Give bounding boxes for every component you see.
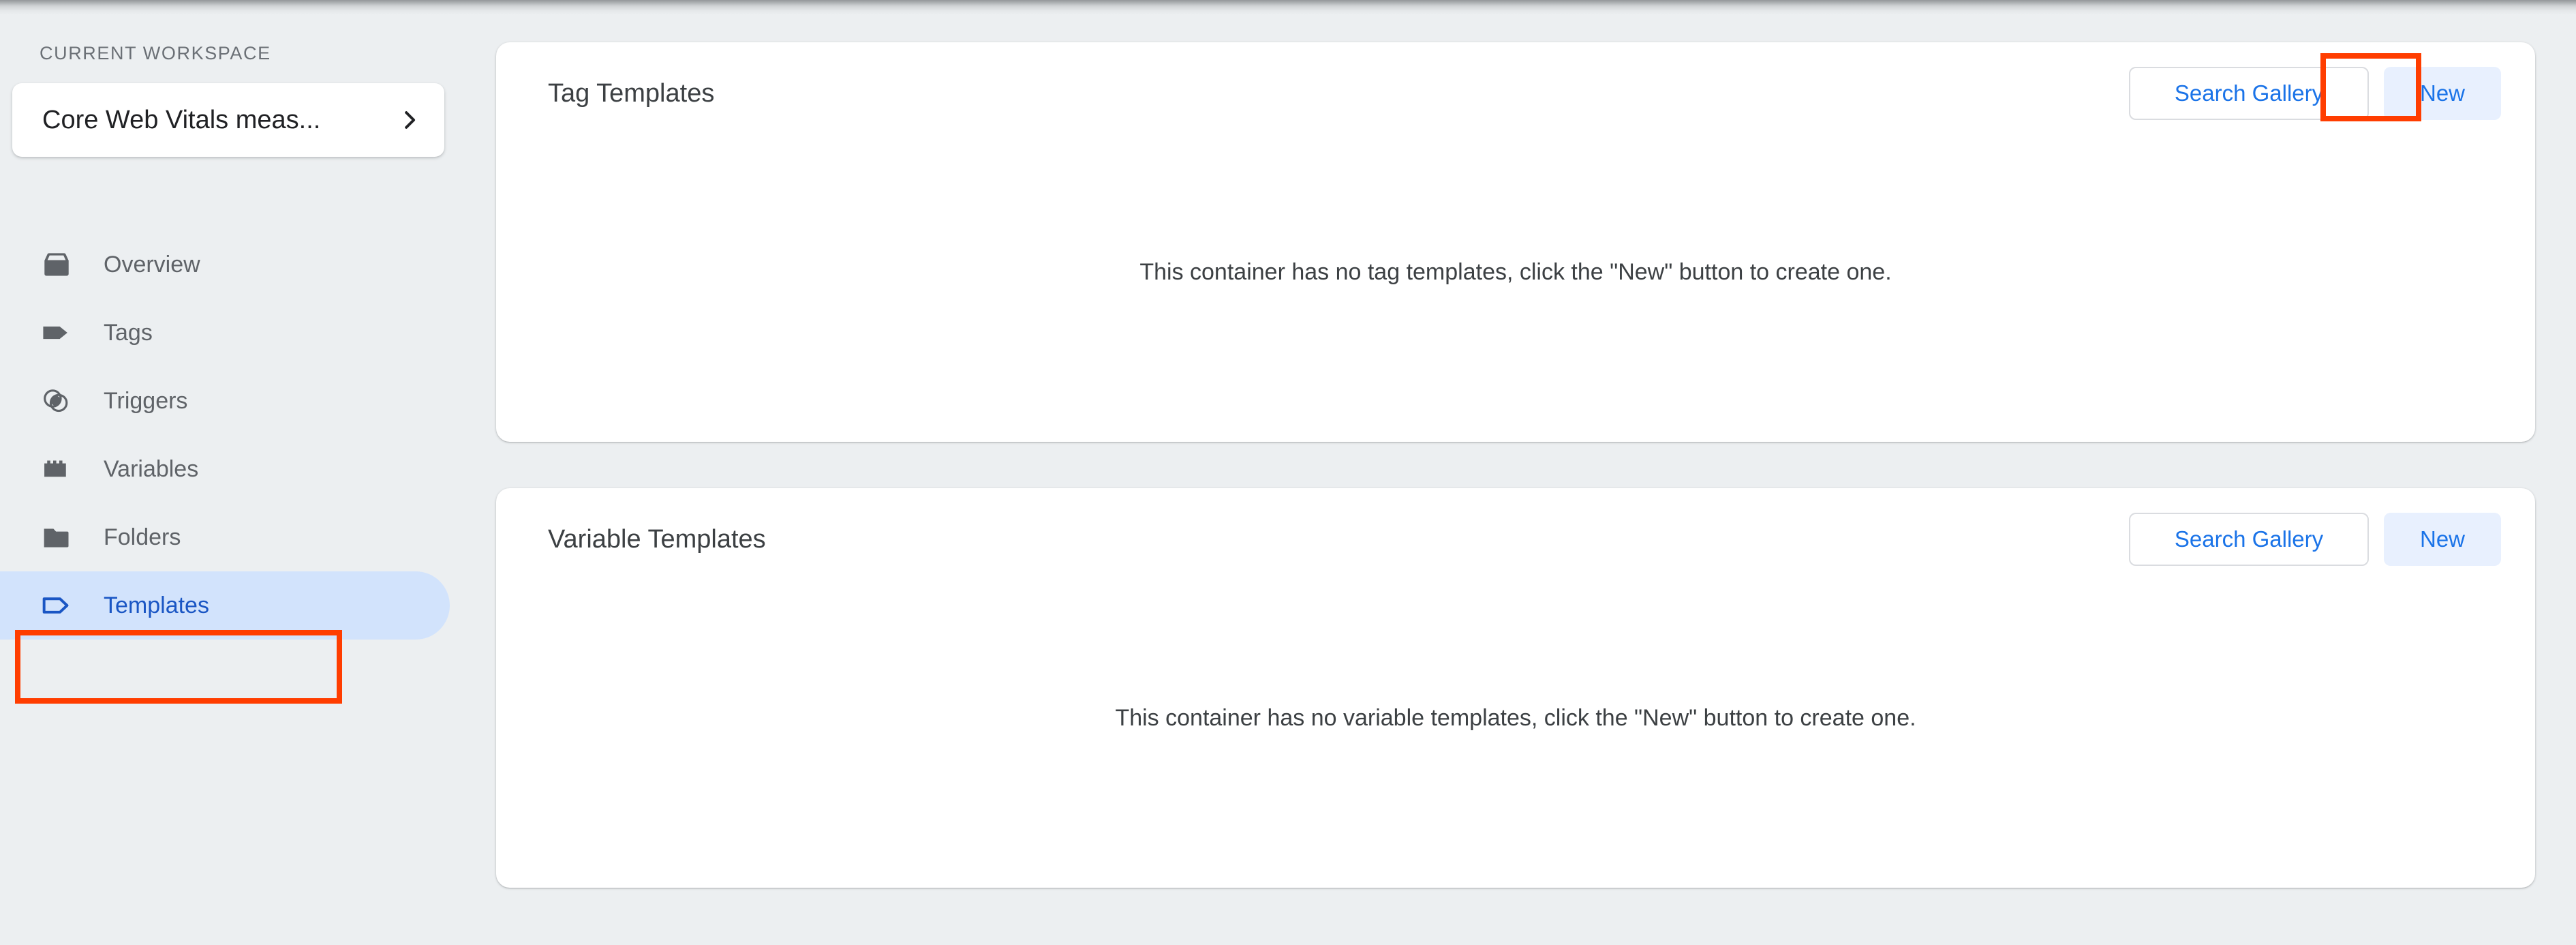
variable-templates-empty-message: This container has no variable templates… [1115,705,1916,731]
tag-templates-title: Tag Templates [548,79,715,108]
sidebar-item-label: Triggers [104,388,188,414]
tag-templates-search-gallery-button[interactable]: Search Gallery [2129,67,2369,120]
variable-templates-card-header: Variable Templates Search Gallery New [496,488,2535,590]
tag-templates-empty-state: This container has no tag templates, cli… [496,145,2535,442]
sidebar-item-folders[interactable]: Folders [0,503,450,571]
tag-templates-new-button[interactable]: New [2384,67,2501,120]
sidebar-item-variables[interactable]: Variables [0,435,450,503]
sidebar-item-label: Folders [104,524,181,550]
sidebar-item-label: Overview [104,252,200,278]
workspace-name: Core Web Vitals meas... [42,106,321,134]
current-workspace-label: CURRENT WORKSPACE [40,43,271,63]
tag-templates-empty-message: This container has no tag templates, cli… [1139,259,1892,285]
sidebar-item-templates[interactable]: Templates [0,571,450,640]
tag-templates-card-header: Tag Templates Search Gallery New [496,42,2535,145]
main-content: Tag Templates Search Gallery New This co… [496,0,2576,945]
sidebar: CURRENT WORKSPACE Core Web Vitals meas..… [0,0,496,945]
app-body: CURRENT WORKSPACE Core Web Vitals meas..… [0,0,2576,945]
sidebar-nav: Overview Tags Triggers Variables Folders… [0,230,496,640]
sidebar-item-label: Tags [104,320,153,346]
tag-filled-icon [40,316,78,350]
triggers-circles-icon [40,384,78,418]
variable-templates-empty-state: This container has no variable templates… [496,590,2535,888]
workspace-selector[interactable]: Core Web Vitals meas... [12,83,444,157]
chevron-right-icon [398,108,421,132]
variable-templates-search-gallery-button[interactable]: Search Gallery [2129,513,2369,566]
overview-box-icon [40,247,78,282]
tag-templates-actions: Search Gallery New [2129,67,2501,120]
folder-icon [40,520,78,554]
tag-templates-card: Tag Templates Search Gallery New This co… [496,42,2535,442]
sidebar-item-tags[interactable]: Tags [0,299,450,367]
sidebar-item-label: Variables [104,456,199,482]
variables-block-icon [40,452,78,486]
variable-templates-actions: Search Gallery New [2129,513,2501,566]
variable-templates-card: Variable Templates Search Gallery New Th… [496,488,2535,888]
annotation-box-templates [15,630,342,704]
template-tag-outline-icon [40,588,78,622]
sidebar-item-label: Templates [104,592,209,618]
variable-templates-title: Variable Templates [548,525,766,554]
sidebar-item-triggers[interactable]: Triggers [0,367,450,435]
sidebar-item-overview[interactable]: Overview [0,230,450,299]
variable-templates-new-button[interactable]: New [2384,513,2501,566]
